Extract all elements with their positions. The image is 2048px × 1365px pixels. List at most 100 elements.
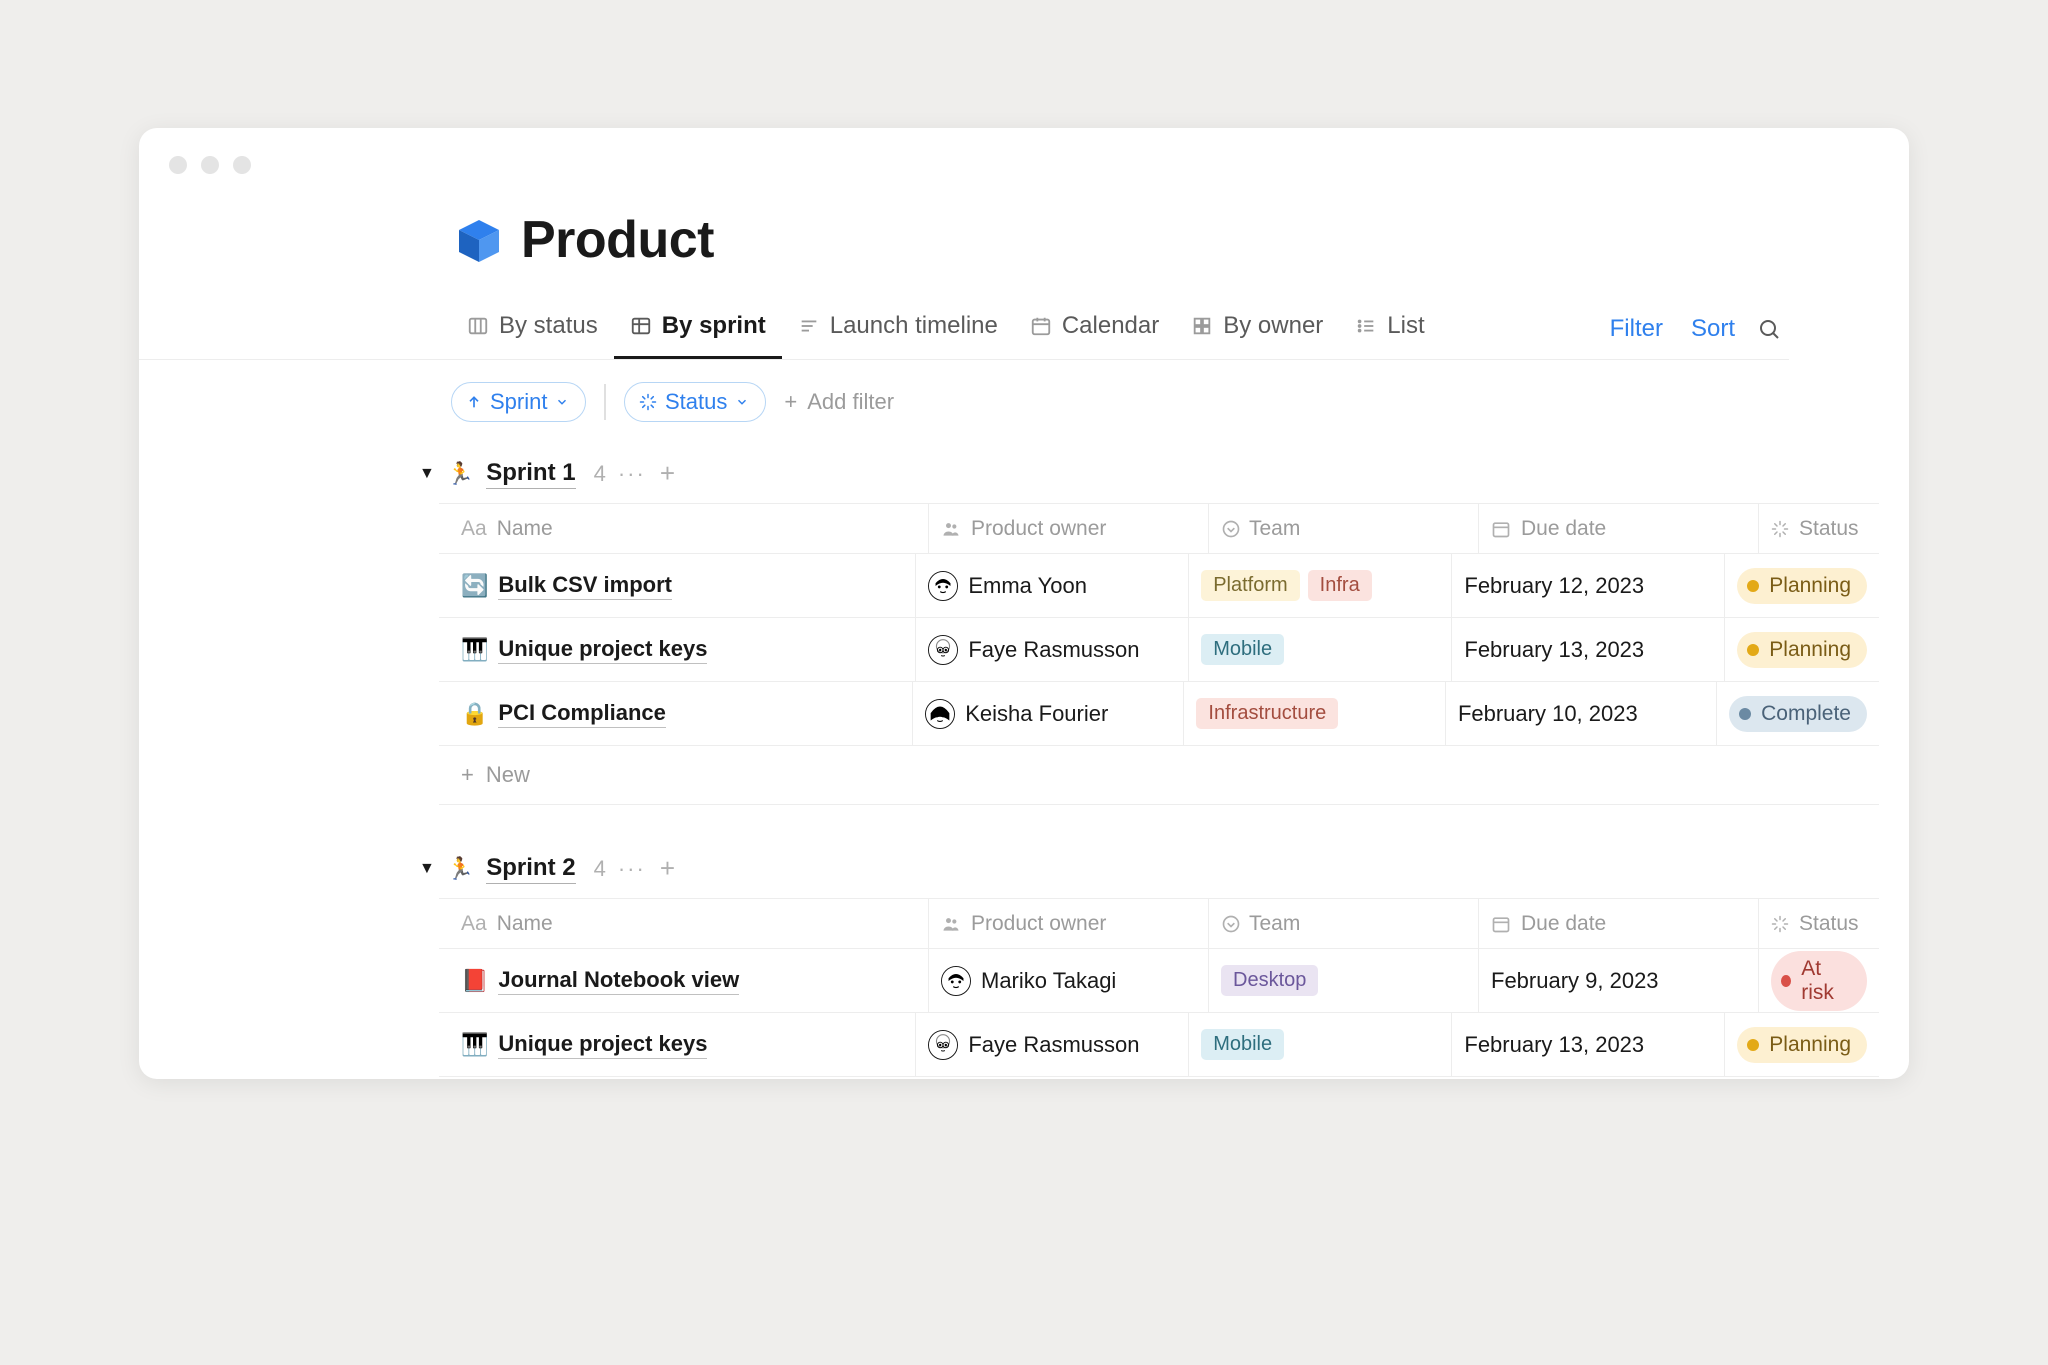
table-row[interactable]: 📕 Journal Notebook view Mariko Takagi De… — [439, 949, 1879, 1013]
tab-calendar[interactable]: Calendar — [1014, 298, 1175, 359]
col-team[interactable]: Team — [1209, 504, 1479, 553]
pill-label: Status — [665, 389, 727, 415]
cell-owner[interactable]: Faye Rasmusson — [916, 618, 1189, 681]
cell-team[interactable]: Mobile — [1189, 618, 1452, 681]
tab-by-sprint[interactable]: By sprint — [614, 298, 782, 359]
cell-name[interactable]: 🎹 Unique project keys — [439, 1013, 916, 1076]
status-dot-icon — [1747, 1039, 1759, 1051]
divider — [604, 384, 606, 420]
table-row[interactable]: 🎹 Unique project keys Faye Rasmusson Mob… — [439, 618, 1879, 682]
toggle-triangle-icon[interactable]: ▼ — [419, 465, 435, 483]
sort-pill-sprint[interactable]: Sprint — [451, 382, 586, 422]
cell-date[interactable]: February 9, 2023 — [1479, 949, 1759, 1012]
table-row[interactable]: 🔒 PCI Compliance Keisha Fourier Infrastr… — [439, 682, 1879, 746]
team-tag[interactable]: Infrastructure — [1196, 698, 1338, 729]
team-tag[interactable]: Infra — [1308, 570, 1372, 601]
cell-team[interactable]: Mobile — [1189, 1013, 1452, 1076]
new-row-button[interactable]: + New — [439, 746, 1879, 805]
cell-date[interactable]: February 13, 2023 — [1452, 1013, 1725, 1076]
chevron-down-icon — [555, 395, 569, 409]
cell-date[interactable]: February 12, 2023 — [1452, 554, 1725, 617]
cell-status[interactable]: Planning — [1725, 554, 1879, 617]
group-1: ▼ 🏃 Sprint 2 4 ··· + Aa Name Product own… — [139, 839, 1909, 1077]
page-header: Product — [139, 210, 1909, 298]
cell-name[interactable]: 📕 Journal Notebook view — [439, 949, 929, 1012]
plus-icon[interactable]: + — [660, 458, 675, 489]
sort-button[interactable]: Sort — [1677, 315, 1749, 343]
calendar-icon — [1491, 519, 1511, 539]
col-owner[interactable]: Product owner — [929, 899, 1209, 948]
cell-date[interactable]: February 13, 2023 — [1452, 618, 1725, 681]
date-value: February 13, 2023 — [1464, 1032, 1644, 1058]
col-name[interactable]: Aa Name — [439, 504, 929, 553]
team-tag[interactable]: Desktop — [1221, 965, 1318, 996]
column-header-row: Aa Name Product owner Team Due date St — [439, 504, 1879, 554]
tab-by-owner[interactable]: By owner — [1175, 298, 1339, 359]
team-tag[interactable]: Mobile — [1201, 634, 1284, 665]
col-label: Due date — [1521, 517, 1606, 541]
owner-name: Faye Rasmusson — [968, 1032, 1139, 1058]
cell-date[interactable]: February 10, 2023 — [1446, 682, 1717, 745]
cell-name[interactable]: 🔒 PCI Compliance — [439, 682, 913, 745]
add-filter-button[interactable]: + Add filter — [784, 389, 894, 415]
item-name: Unique project keys — [498, 636, 707, 664]
cell-name[interactable]: 🔄 Bulk CSV import — [439, 554, 916, 617]
view-tabs: By status By sprint Launch timeline Cale… — [139, 298, 1789, 360]
filter-button[interactable]: Filter — [1596, 315, 1677, 343]
cell-status[interactable]: Planning — [1725, 1013, 1879, 1076]
tab-label: List — [1387, 312, 1424, 340]
cell-status[interactable]: Complete — [1717, 682, 1879, 745]
col-owner[interactable]: Product owner — [929, 504, 1209, 553]
filter-pill-status[interactable]: Status — [624, 382, 766, 422]
cell-team[interactable]: Infrastructure — [1184, 682, 1446, 745]
more-icon[interactable]: ··· — [618, 461, 646, 487]
group-header[interactable]: ▼ 🏃 Sprint 1 4 ··· + — [419, 444, 1909, 503]
cell-status[interactable]: Planning — [1725, 618, 1879, 681]
avatar — [928, 635, 958, 665]
col-status[interactable]: Status — [1759, 504, 1879, 553]
col-team[interactable]: Team — [1209, 899, 1479, 948]
tab-label: Launch timeline — [830, 312, 998, 340]
cell-team[interactable]: Platform Infra — [1189, 554, 1452, 617]
tab-list[interactable]: List — [1339, 298, 1440, 359]
item-emoji-icon: 🔒 — [461, 701, 488, 727]
col-name[interactable]: Aa Name — [439, 899, 929, 948]
col-label: Status — [1799, 912, 1859, 936]
window-dot-max[interactable] — [233, 156, 251, 174]
plus-icon[interactable]: + — [660, 853, 675, 884]
team-tag[interactable]: Platform — [1201, 570, 1299, 601]
tab-by-status[interactable]: By status — [451, 298, 614, 359]
cell-owner[interactable]: Keisha Fourier — [913, 682, 1184, 745]
search-icon[interactable] — [1749, 317, 1789, 341]
cell-owner[interactable]: Mariko Takagi — [929, 949, 1209, 1012]
status-label: Planning — [1769, 638, 1851, 662]
toggle-triangle-icon[interactable]: ▼ — [419, 860, 435, 878]
table-row[interactable]: 🔄 Bulk CSV import Emma Yoon Platform Infr… — [439, 554, 1879, 618]
new-row-label: New — [486, 762, 530, 788]
window-dot-min[interactable] — [201, 156, 219, 174]
cell-team[interactable]: Desktop — [1209, 949, 1479, 1012]
col-date[interactable]: Due date — [1479, 899, 1759, 948]
cell-owner[interactable]: Faye Rasmusson — [916, 1013, 1189, 1076]
table-row[interactable]: 🎹 Unique project keys Faye Rasmusson Mob… — [439, 1013, 1879, 1077]
more-icon[interactable]: ··· — [618, 856, 646, 882]
list-icon — [1355, 315, 1377, 337]
col-status[interactable]: Status — [1759, 899, 1879, 948]
item-emoji-icon: 🎹 — [461, 637, 488, 663]
owner-name: Faye Rasmusson — [968, 637, 1139, 663]
window-dot-close[interactable] — [169, 156, 187, 174]
tab-launch-timeline[interactable]: Launch timeline — [782, 298, 1014, 359]
group-header[interactable]: ▼ 🏃 Sprint 2 4 ··· + — [419, 839, 1909, 898]
loading-icon — [639, 393, 657, 411]
cell-name[interactable]: 🎹 Unique project keys — [439, 618, 916, 681]
date-value: February 13, 2023 — [1464, 637, 1644, 663]
team-tag[interactable]: Mobile — [1201, 1029, 1284, 1060]
col-date[interactable]: Due date — [1479, 504, 1759, 553]
text-icon: Aa — [461, 912, 487, 936]
item-name: Journal Notebook view — [498, 967, 739, 995]
loading-icon — [1771, 520, 1789, 538]
chevron-down-circle-icon — [1221, 519, 1241, 539]
cell-status[interactable]: At risk — [1759, 949, 1879, 1012]
item-name: PCI Compliance — [498, 700, 665, 728]
cell-owner[interactable]: Emma Yoon — [916, 554, 1189, 617]
